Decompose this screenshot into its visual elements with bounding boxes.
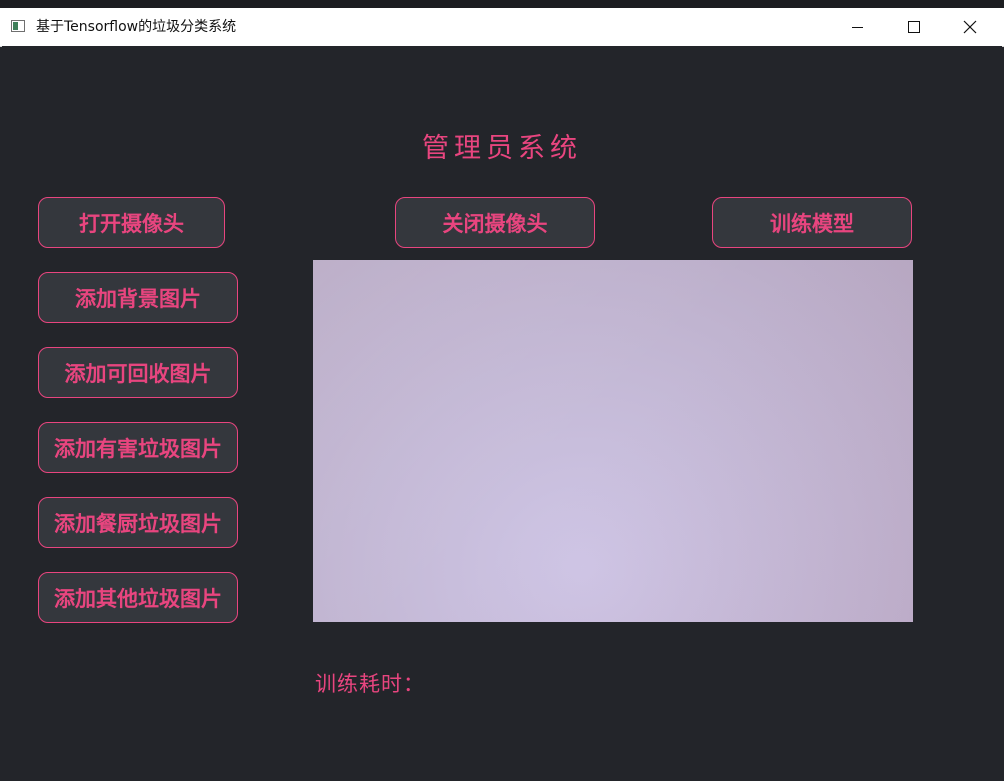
minimize-icon: [852, 27, 863, 28]
camera-preview: [313, 260, 913, 622]
close-camera-button[interactable]: 关闭摄像头: [395, 197, 595, 248]
add-other-waste-image-button[interactable]: 添加其他垃圾图片: [38, 572, 238, 623]
add-background-image-button[interactable]: 添加背景图片: [38, 272, 238, 323]
maximize-icon: [908, 21, 920, 33]
maximize-button[interactable]: [890, 8, 936, 46]
training-time-label: 训练耗时：: [315, 672, 425, 696]
add-recyclable-image-button[interactable]: 添加可回收图片: [38, 347, 238, 398]
app-window: 基于Tensorflow的垃圾分类系统 管理员系统 打开摄像头 关闭摄像头 训练…: [0, 0, 1004, 781]
train-model-button[interactable]: 训练模型: [712, 197, 912, 248]
page-title: 管理员系统: [422, 133, 582, 164]
add-kitchen-waste-image-button[interactable]: 添加餐厨垃圾图片: [38, 497, 238, 548]
window-top-edge: [0, 0, 1004, 8]
window-title: 基于Tensorflow的垃圾分类系统: [36, 19, 237, 35]
minimize-button[interactable]: [834, 8, 880, 46]
add-hazardous-image-button[interactable]: 添加有害垃圾图片: [38, 422, 238, 473]
close-icon: [963, 20, 977, 34]
close-button[interactable]: [946, 8, 992, 46]
app-icon: [11, 20, 25, 32]
open-camera-button[interactable]: 打开摄像头: [38, 197, 225, 248]
